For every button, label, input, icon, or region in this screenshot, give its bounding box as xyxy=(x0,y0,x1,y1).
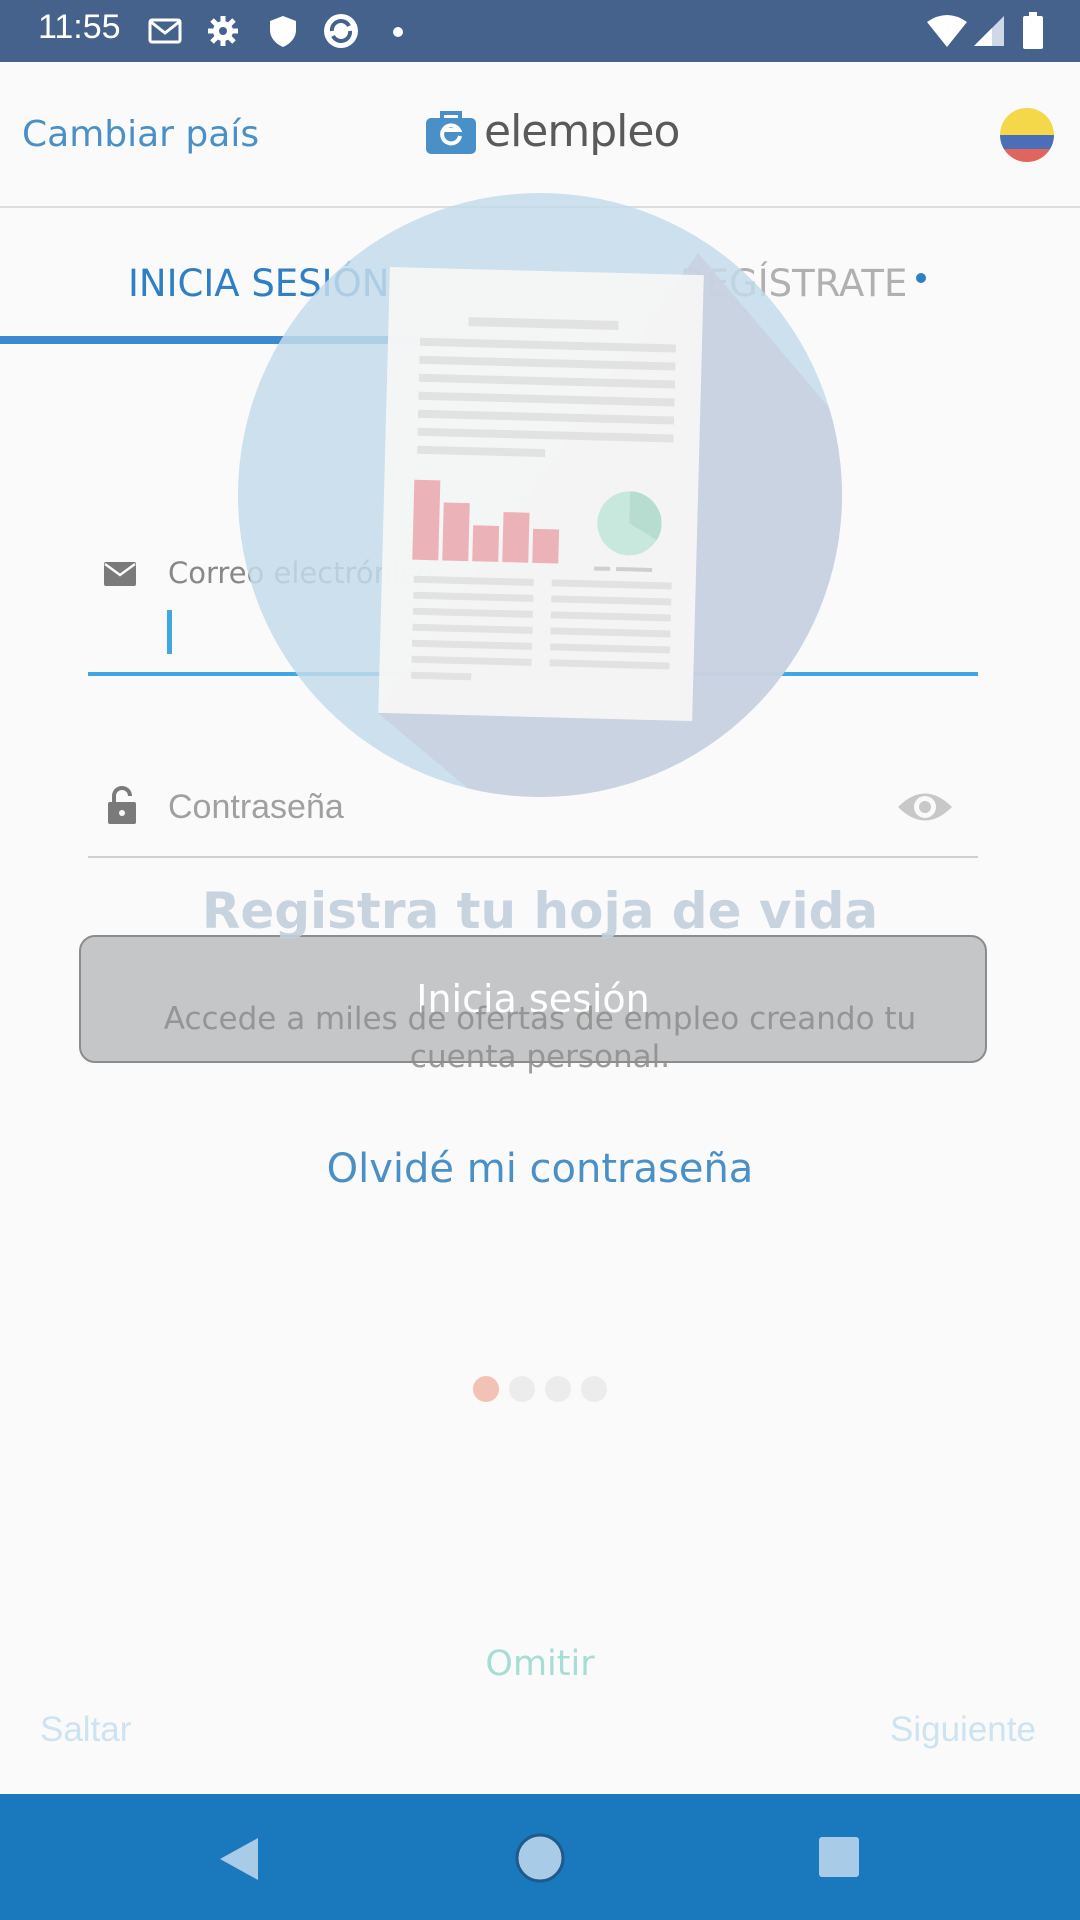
show-password-eye-icon[interactable] xyxy=(896,786,954,828)
colombia-flag-icon[interactable] xyxy=(1000,108,1054,162)
change-country-link[interactable]: Cambiar país xyxy=(22,114,259,155)
page-indicator-dot xyxy=(509,1376,535,1402)
lock-icon xyxy=(108,786,136,824)
forgot-password-link[interactable]: Olvidé mi contraseña xyxy=(0,1146,1080,1192)
next-button[interactable]: Siguiente xyxy=(890,1710,1036,1750)
back-icon[interactable] xyxy=(218,1836,260,1882)
status-time: 11:55 xyxy=(38,8,121,46)
home-icon[interactable] xyxy=(514,1832,566,1884)
page-indicator-dot xyxy=(581,1376,607,1402)
resume-document-illustration xyxy=(238,193,842,797)
onboarding-title: Registra tu hoja de vida xyxy=(201,882,879,940)
system-nav-bar xyxy=(0,1794,1080,1920)
signal-icon xyxy=(974,16,1004,46)
gmail-icon xyxy=(148,18,182,44)
email-field[interactable] xyxy=(167,610,172,654)
shield-icon xyxy=(270,16,296,47)
status-bar: 11:55 xyxy=(0,0,1080,62)
page-indicator-dot-active xyxy=(473,1376,499,1402)
skip-button[interactable]: Saltar xyxy=(40,1710,131,1750)
page-indicator-dot xyxy=(545,1376,571,1402)
onboarding-subtitle: Accede a miles de ofertas de empleo crea… xyxy=(163,1001,917,1075)
recents-icon[interactable] xyxy=(818,1836,860,1878)
wifi-icon xyxy=(927,15,967,47)
dot-icon xyxy=(393,27,403,37)
battery-icon xyxy=(1023,12,1043,49)
sync-icon xyxy=(324,14,358,48)
logo-text: elempleo xyxy=(484,106,680,157)
notification-dot xyxy=(916,273,926,283)
app-header: Cambiar país elempleo xyxy=(0,62,1080,208)
briefcase-logo-icon xyxy=(426,111,476,154)
envelope-icon xyxy=(104,562,136,586)
settings-icon xyxy=(208,16,238,46)
elempleo-logo: elempleo xyxy=(426,106,680,166)
password-underline xyxy=(88,856,978,858)
omit-button[interactable]: Omitir xyxy=(0,1644,1080,1684)
